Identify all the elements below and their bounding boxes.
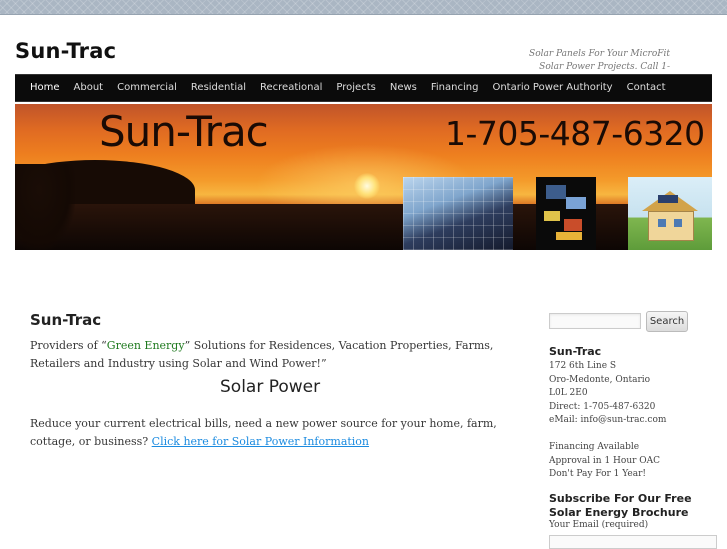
solar-house-illustration [628, 177, 712, 250]
page-wrapper: Sun-Trac Solar Panels For Your MicroFit … [0, 15, 727, 549]
nav-item-news[interactable]: News [383, 75, 424, 101]
intro-paragraph: Providers of “Green Energy” Solutions fo… [30, 337, 510, 373]
site-title[interactable]: Sun-Trac [15, 39, 116, 63]
contact-address-city: Oro-Medonte, Ontario [549, 374, 651, 385]
solar-power-paragraph: Reduce your current electrical bills, ne… [30, 415, 510, 451]
banner-phone: 1-705-487-6320 [445, 114, 705, 153]
nav-item-commercial[interactable]: Commercial [110, 75, 184, 101]
contact-postal-code: L0L 2E0 [549, 388, 588, 398]
nav-item-contact[interactable]: Contact [620, 75, 673, 101]
intro-text-start: Providers of “ [30, 339, 107, 352]
nav-item-home[interactable]: Home [23, 75, 67, 101]
financing-line: Approval in 1 Hour OAC [549, 455, 661, 466]
subscribe-heading: Subscribe For Our Free Solar Energy Broc… [549, 492, 692, 519]
solar-system-diagram [536, 177, 596, 250]
setting-sun [354, 173, 380, 199]
financing-line: Don't Pay For 1 Year! [549, 469, 647, 479]
financing-info: Financing Available Approval in 1 Hour O… [549, 441, 719, 482]
main-navigation: Home About Commercial Residential Recrea… [15, 74, 712, 102]
nav-item-financing[interactable]: Financing [424, 75, 486, 101]
email-label: Your Email (required) [549, 520, 649, 530]
contact-phone: Direct: 1-705-487-6320 [549, 401, 656, 412]
nav-item-ontario-power-authority[interactable]: Ontario Power Authority [485, 75, 619, 101]
green-energy-highlight: Green Energy [106, 339, 185, 352]
tree-silhouette [15, 164, 75, 250]
header-banner-image: Sun-Trac 1-705-487-6320 [15, 104, 712, 250]
contact-address-street: 172 6th Line S [549, 361, 617, 371]
solar-panel-photo [403, 177, 513, 250]
search-button[interactable]: Search [646, 311, 688, 332]
search-input[interactable] [549, 313, 641, 329]
contact-heading: Sun-Trac [549, 345, 602, 358]
banner-title: Sun-Trac [99, 107, 269, 156]
solar-power-info-link[interactable]: Click here for Solar Power Information [152, 435, 369, 448]
nav-item-recreational[interactable]: Recreational [253, 75, 329, 101]
ground-silhouette [15, 204, 712, 250]
email-field[interactable] [549, 535, 717, 549]
contact-email: eMail: info@sun-trac.com [549, 415, 667, 425]
nav-item-residential[interactable]: Residential [184, 75, 253, 101]
nav-item-projects[interactable]: Projects [329, 75, 382, 101]
financing-line: Financing Available [549, 442, 640, 452]
page-title: Sun-Trac [30, 311, 102, 329]
top-decorative-bar [0, 0, 727, 15]
solar-power-heading: Solar Power [220, 377, 321, 397]
contact-details: 172 6th Line S Oro-Medonte, Ontario L0L … [549, 360, 719, 428]
nav-item-about[interactable]: About [67, 75, 111, 101]
